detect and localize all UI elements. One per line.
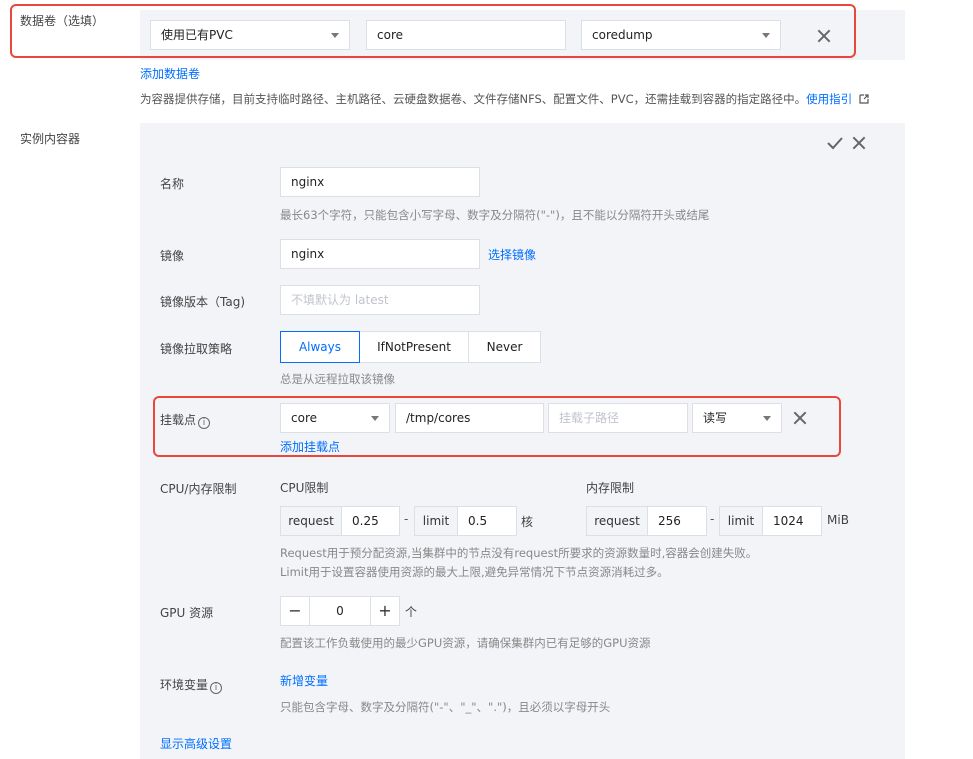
image-input[interactable]: nginx xyxy=(280,239,480,269)
env-label-text: 环境变量 xyxy=(160,678,209,692)
env-hint: 只能包含字母、数字及分隔符("-"、"_"、".")，且必须以字母开头 xyxy=(280,700,611,714)
mem-title: 内存限制 xyxy=(586,481,635,495)
pull-option-ifnotpresent[interactable]: IfNotPresent xyxy=(359,331,469,363)
mem-limit-input[interactable]: 1024 xyxy=(762,506,822,536)
gpu-value-input[interactable]: 0 xyxy=(309,596,371,626)
external-link-icon[interactable] xyxy=(859,94,869,104)
add-volume-link[interactable]: 添加数据卷 xyxy=(140,65,200,82)
cpu-request-input[interactable]: 0.25 xyxy=(341,506,400,536)
resource-hint-1: Request用于预分配资源,当集群中的节点没有request所要求的资源数量时… xyxy=(280,546,758,560)
pull-policy-hint: 总是从远程拉取该镜像 xyxy=(280,372,395,386)
mem-request-value: 256 xyxy=(658,514,681,528)
cpu-limit-addon: limit xyxy=(414,506,458,536)
container-name-input[interactable]: nginx xyxy=(280,167,480,197)
volume-hint: 为容器提供存储，目前支持临时路径、主机路径、云硬盘数据卷、文件存储NFS、配置文… xyxy=(140,91,869,107)
mem-range-dash: - xyxy=(710,512,715,526)
show-advanced-link[interactable]: 显示高级设置 xyxy=(160,735,232,752)
gpu-label: GPU 资源 xyxy=(160,606,214,620)
info-icon[interactable]: i xyxy=(210,682,223,694)
pull-option-always[interactable]: Always xyxy=(280,331,360,363)
mem-limit-addon: limit xyxy=(719,506,763,536)
cpu-limit-input[interactable]: 0.5 xyxy=(457,506,517,536)
name-hint: 最长63个字符，只能包含小写字母、数字及分隔符("-")，且不能以分隔符开头或结… xyxy=(280,208,710,222)
pull-policy-label: 镜像拉取策略 xyxy=(160,342,233,356)
gpu-hint: 配置该工作负载使用的最少GPU资源，请确保集群内已有足够的GPU资源 xyxy=(280,636,651,650)
tag-placeholder: 不填默认为 latest xyxy=(291,293,389,307)
container-name-value: nginx xyxy=(291,175,325,189)
gpu-value: 0 xyxy=(336,604,344,618)
container-section-label: 实例内容器 xyxy=(20,132,81,146)
volume-highlight-box xyxy=(10,4,856,58)
usage-guide-link[interactable]: 使用指引 xyxy=(806,92,852,106)
cancel-container-close-icon[interactable] xyxy=(852,136,866,150)
cpu-limit-value: 0.5 xyxy=(468,514,488,528)
cpu-range-dash: - xyxy=(404,512,409,526)
image-value: nginx xyxy=(291,247,325,261)
env-label: 环境变量 i xyxy=(160,676,223,694)
mount-highlight-box xyxy=(153,396,841,457)
mem-request-input[interactable]: 256 xyxy=(647,506,707,536)
pull-option-never[interactable]: Never xyxy=(468,331,541,363)
tag-label: 镜像版本（Tag) xyxy=(160,295,245,309)
mem-limit-value: 1024 xyxy=(773,514,804,528)
image-label: 镜像 xyxy=(160,249,185,263)
resource-hint-2: Limit用于设置容器使用资源的最大上限,避免异常情况下节点资源消耗过多。 xyxy=(280,565,669,579)
tag-input[interactable]: 不填默认为 latest xyxy=(280,285,480,315)
mem-unit: MiB xyxy=(827,513,849,527)
resource-label: CPU/内存限制 xyxy=(160,482,237,496)
cpu-unit: 核 xyxy=(521,515,534,529)
confirm-check-icon[interactable] xyxy=(827,136,843,150)
gpu-unit: 个 xyxy=(405,605,418,619)
gpu-decrement-button[interactable]: − xyxy=(280,596,310,626)
volume-hint-text: 为容器提供存储，目前支持临时路径、主机路径、云硬盘数据卷、文件存储NFS、配置文… xyxy=(140,92,807,106)
add-env-link[interactable]: 新增变量 xyxy=(280,672,328,689)
select-image-link[interactable]: 选择镜像 xyxy=(488,246,536,263)
cpu-request-addon: request xyxy=(280,506,342,536)
gpu-increment-button[interactable]: + xyxy=(370,596,400,626)
cpu-title: CPU限制 xyxy=(280,481,329,495)
mem-request-addon: request xyxy=(586,506,648,536)
name-label: 名称 xyxy=(160,177,185,191)
cpu-request-value: 0.25 xyxy=(352,514,379,528)
